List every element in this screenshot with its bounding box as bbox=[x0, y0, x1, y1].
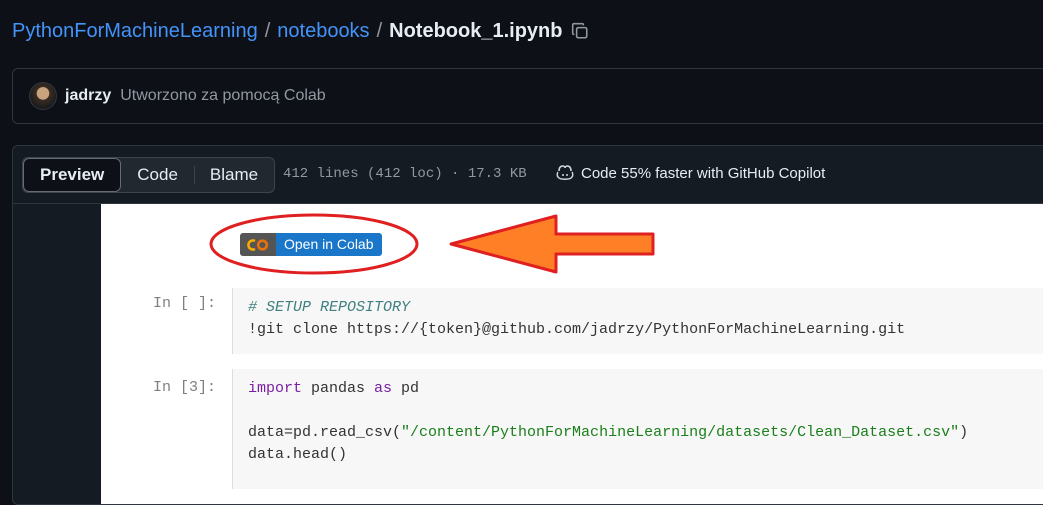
commit-message[interactable]: Utworzono za pomocą Colab bbox=[120, 87, 325, 105]
code-cell[interactable]: import pandas as pd data=pd.read_csv("/c… bbox=[232, 369, 1043, 489]
tab-blame[interactable]: Blame bbox=[193, 158, 274, 192]
view-mode-switch: Preview Code Blame bbox=[22, 157, 276, 193]
keyword: as bbox=[374, 380, 393, 397]
cell-prompt: In [ ]: bbox=[152, 295, 216, 312]
code-token: ) bbox=[959, 424, 969, 441]
tab-code[interactable]: Code bbox=[121, 158, 194, 192]
code-token: pd bbox=[392, 380, 420, 397]
cell-prompt: In [3]: bbox=[152, 379, 216, 396]
copilot-promo-link[interactable]: Code 55% faster with GitHub Copilot bbox=[555, 164, 825, 182]
breadcrumb-folder-link[interactable]: notebooks bbox=[277, 20, 369, 43]
copy-icon[interactable] bbox=[571, 22, 589, 40]
breadcrumb-separator: / bbox=[264, 19, 271, 42]
latest-commit-bar: jadrzy Utworzono za pomocą Colab bbox=[12, 68, 1043, 124]
keyword: import bbox=[248, 380, 303, 397]
code-line: data.head() bbox=[248, 446, 348, 463]
orange-arrow-icon bbox=[449, 214, 655, 274]
code-cell[interactable]: # SETUP REPOSITORY !git clone https://{t… bbox=[232, 288, 1043, 354]
copilot-icon bbox=[555, 164, 575, 182]
file-viewer: Preview Code Blame 412 lines (412 loc) ·… bbox=[12, 145, 1043, 505]
breadcrumb: PythonForMachineLearning / notebooks / N… bbox=[12, 17, 589, 45]
breadcrumb-repo-link[interactable]: PythonForMachineLearning bbox=[12, 20, 258, 43]
notebook-preview: Open in Colab In [ ]: # SETUP REPOSITORY… bbox=[101, 204, 1043, 504]
string-literal: "/content/PythonForMachineLearning/datas… bbox=[401, 424, 960, 441]
copilot-promo-text: Code 55% faster with GitHub Copilot bbox=[581, 164, 826, 182]
tab-preview[interactable]: Preview bbox=[23, 158, 122, 192]
code-line: !git clone https://{token}@github.com/ja… bbox=[248, 321, 906, 338]
breadcrumb-separator: / bbox=[376, 19, 383, 42]
code-token: pandas bbox=[302, 380, 375, 397]
code-line: data=pd.read_csv("/content/PythonForMach… bbox=[248, 422, 1043, 444]
avatar[interactable] bbox=[29, 82, 57, 110]
code-line: import pandas as pd bbox=[248, 378, 1043, 400]
open-in-colab-badge[interactable]: Open in Colab bbox=[240, 233, 382, 256]
code-token: data=pd.read_csv( bbox=[248, 424, 402, 441]
open-in-colab-label: Open in Colab bbox=[276, 233, 382, 256]
code-line: # SETUP REPOSITORY bbox=[248, 299, 411, 316]
file-header: Preview Code Blame 412 lines (412 loc) ·… bbox=[13, 146, 1043, 204]
file-size-info: 412 lines (412 loc) · 17.3 KB bbox=[283, 166, 527, 182]
colab-logo-icon bbox=[240, 233, 276, 256]
commit-author[interactable]: jadrzy bbox=[65, 87, 111, 105]
breadcrumb-file-name: Notebook_1.ipynb bbox=[389, 19, 563, 42]
